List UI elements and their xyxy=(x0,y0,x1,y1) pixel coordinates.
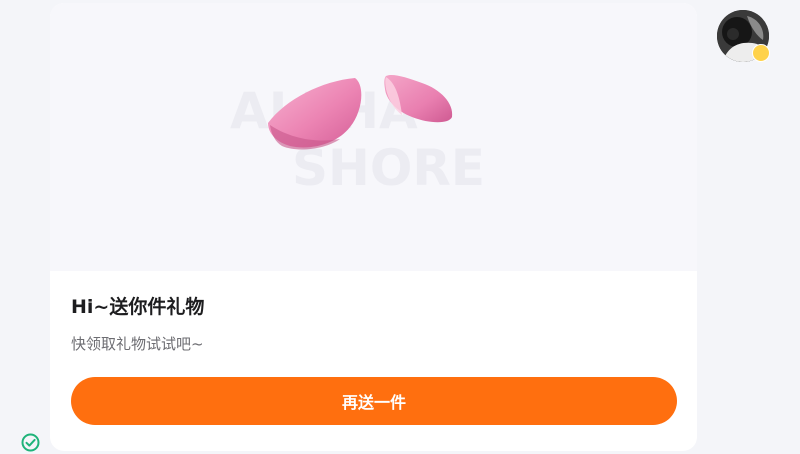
check-circle-icon xyxy=(21,433,40,452)
gift-card-title: Hi~送你件礼物 xyxy=(71,296,205,318)
watermark-line2: SHORE xyxy=(292,139,485,197)
gift-illustration: ALPHA SHORE xyxy=(230,74,485,197)
chat-stage: ALPHA SHORE Hi~送你件礼物 快领取礼物试试吧~ 再送一件 xyxy=(0,0,800,454)
send-again-button[interactable]: 再送一件 xyxy=(71,377,677,425)
gift-image: ALPHA SHORE xyxy=(50,3,697,271)
emoji-badge-icon xyxy=(752,44,770,62)
gift-card-subtitle: 快领取礼物试试吧~ xyxy=(71,335,204,353)
gift-message-card[interactable]: ALPHA SHORE Hi~送你件礼物 快领取礼物试试吧~ 再送一件 xyxy=(50,3,697,451)
